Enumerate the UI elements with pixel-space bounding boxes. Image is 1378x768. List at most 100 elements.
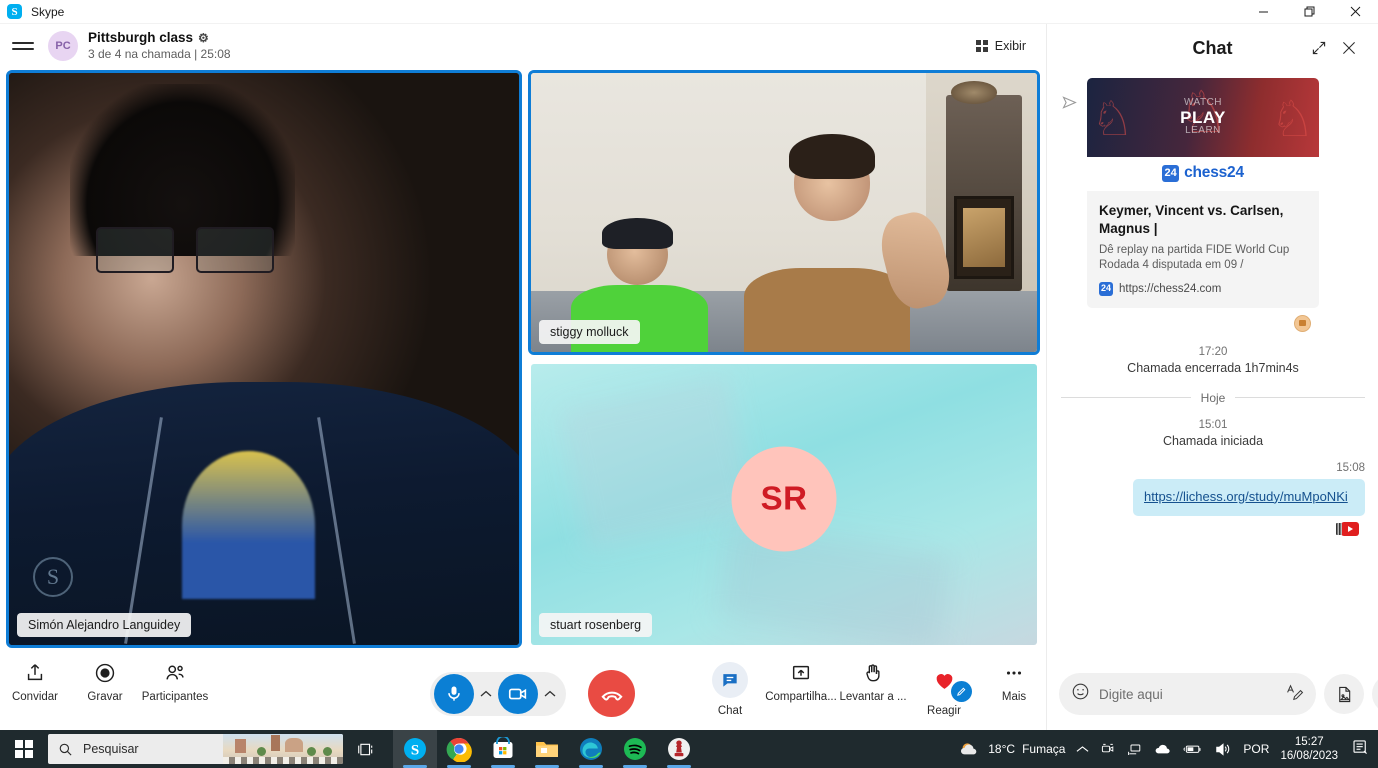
- show-hidden-icons-chevron[interactable]: [1076, 745, 1089, 754]
- chat-button[interactable]: Chat: [695, 662, 765, 717]
- react-button[interactable]: Reagir: [909, 662, 979, 717]
- system-event-time: 15:01: [1198, 418, 1228, 431]
- add-file-button[interactable]: [1324, 674, 1364, 714]
- link-card-url-row[interactable]: 24 https://chess24.com: [1099, 281, 1307, 296]
- chat-message-bubble[interactable]: https://lichess.org/study/muMpoNKi: [1133, 478, 1365, 516]
- youtube-reaction-icon[interactable]: [1336, 521, 1359, 536]
- weather-widget[interactable]: 18°C Fumaça: [959, 740, 1065, 758]
- brand-name: chess24: [1184, 164, 1244, 181]
- camera-options-button[interactable]: [538, 690, 562, 698]
- onedrive-tray-icon[interactable]: [1154, 742, 1172, 756]
- taskbar-search-box[interactable]: Pesquisar: [48, 734, 343, 764]
- edit-reaction-badge[interactable]: [951, 681, 972, 702]
- battery-tray-icon[interactable]: [1183, 742, 1203, 756]
- camera-icon: [508, 688, 527, 699]
- chess-knight-icon: ♘: [1091, 93, 1135, 146]
- system-event-text: Chamada encerrada 1h7min4s: [1127, 360, 1299, 375]
- link-card-brand: 24 chess24: [1087, 157, 1319, 191]
- skype-logo-icon: S: [7, 4, 22, 19]
- toolbar-left-group: Convidar Gravar Participantes: [0, 662, 210, 703]
- task-view-button[interactable]: [343, 730, 389, 768]
- close-chat-button[interactable]: [1334, 33, 1364, 63]
- skype-watermark-icon: S: [33, 557, 73, 597]
- call-header-text: Pittsburgh class ⚙ 3 de 4 na chamada | 2…: [88, 30, 231, 63]
- send-arrow-icon: [1061, 78, 1079, 116]
- restore-button[interactable]: [1286, 0, 1332, 24]
- volume-tray-icon[interactable]: [1214, 741, 1232, 757]
- minimize-button[interactable]: [1240, 0, 1286, 24]
- start-button[interactable]: [0, 730, 48, 768]
- chess24-favicon-icon: 24: [1099, 281, 1113, 296]
- camera-tray-icon[interactable]: [1100, 741, 1116, 757]
- video-tile-2[interactable]: stiggy molluck: [528, 70, 1040, 355]
- link-card-title: Keymer, Vincent vs. Carlsen, Magnus |: [1099, 203, 1284, 236]
- day-divider-label: Hoje: [1200, 390, 1226, 405]
- react-icon-wrap: [926, 662, 972, 702]
- network-tray-icon[interactable]: [1127, 741, 1143, 757]
- chat-input-pill[interactable]: [1059, 673, 1316, 715]
- chevron-up-icon: [480, 690, 492, 696]
- format-text-icon[interactable]: [1285, 682, 1304, 706]
- reaction-badge-icon[interactable]: [1294, 314, 1311, 332]
- close-icon: [1343, 42, 1355, 54]
- grid-view-icon: [975, 40, 988, 52]
- emoji-smiley-icon[interactable]: [1071, 682, 1090, 706]
- link-card-row: ♘ ♘ ♘ WATCH PLAY LEARN 24 chess24 Keymer…: [1061, 78, 1365, 332]
- windows-start-icon: [15, 740, 33, 758]
- search-icon: [59, 743, 72, 756]
- chat-input-field[interactable]: [1099, 686, 1276, 702]
- chat-panel: Chat ♘ ♘ ♘ WATCH PLAY LEARN 24 chess24 K…: [1046, 24, 1378, 730]
- video-tile-main[interactable]: S Simón Alejandro Languidey: [6, 70, 522, 648]
- microsoft-store-taskbar-icon[interactable]: [481, 730, 525, 768]
- taskbar-clock[interactable]: 15:27 16/08/2023: [1280, 735, 1338, 764]
- hamburger-menu-icon[interactable]: [12, 42, 34, 50]
- end-call-button[interactable]: [588, 670, 635, 717]
- chess-app-taskbar-icon[interactable]: [657, 730, 701, 768]
- microphone-options-button[interactable]: [474, 690, 498, 698]
- record-button[interactable]: Gravar: [70, 662, 140, 703]
- spotify-taskbar-icon[interactable]: [613, 730, 657, 768]
- day-divider: Hoje: [1061, 391, 1365, 405]
- notifications-icon[interactable]: [1349, 738, 1370, 761]
- message-timestamp: 15:08: [1336, 461, 1365, 474]
- chat-more-options-button[interactable]: [1372, 674, 1378, 714]
- invite-button[interactable]: Convidar: [0, 662, 70, 703]
- view-button[interactable]: Exibir: [968, 34, 1034, 58]
- avatar: SR: [731, 446, 837, 552]
- skype-taskbar-icon[interactable]: S: [393, 730, 437, 768]
- video-tile-3[interactable]: SR stuart rosenberg: [528, 361, 1040, 648]
- search-highlight-image: [223, 734, 343, 764]
- chat-message-link[interactable]: https://lichess.org/study/muMpoNKi: [1144, 489, 1348, 504]
- link-card-hero-image: ♘ ♘ ♘ WATCH PLAY LEARN: [1087, 78, 1319, 157]
- share-screen-button[interactable]: Compartilha...: [765, 662, 837, 717]
- file-explorer-taskbar-icon[interactable]: [525, 730, 569, 768]
- chat-button-label: Chat: [717, 705, 743, 717]
- record-icon: [95, 663, 115, 683]
- close-button[interactable]: [1332, 0, 1378, 24]
- chat-message-list[interactable]: ♘ ♘ ♘ WATCH PLAY LEARN 24 chess24 Keymer…: [1047, 72, 1378, 678]
- camera-button[interactable]: [498, 673, 538, 714]
- link-card-meta: Keymer, Vincent vs. Carlsen, Magnus | Dê…: [1087, 191, 1319, 308]
- participants-button[interactable]: Participantes: [140, 662, 210, 703]
- link-preview-card[interactable]: ♘ ♘ ♘ WATCH PLAY LEARN 24 chess24 Keymer…: [1087, 78, 1319, 332]
- microphone-button[interactable]: [434, 673, 474, 714]
- weather-condition: Fumaça: [1022, 742, 1066, 756]
- edge-taskbar-icon[interactable]: [569, 730, 613, 768]
- clock-time: 15:27: [1294, 735, 1324, 748]
- more-options-button[interactable]: Mais: [979, 662, 1049, 717]
- chat-input-row: [1047, 666, 1378, 722]
- raise-hand-label: Levantar a ...: [839, 691, 907, 703]
- search-placeholder: Pesquisar: [83, 742, 139, 756]
- raise-hand-button[interactable]: Levantar a ...: [837, 662, 909, 717]
- language-indicator[interactable]: POR: [1243, 742, 1269, 756]
- gear-icon[interactable]: ⚙: [198, 31, 209, 46]
- chat-button-active-bg: [712, 662, 748, 698]
- hero-watch-text: WATCH: [1183, 97, 1223, 109]
- chrome-taskbar-icon[interactable]: [437, 730, 481, 768]
- participants-icon: [166, 665, 184, 680]
- more-dots-icon: [1006, 671, 1022, 675]
- clock-date: 16/08/2023: [1280, 750, 1338, 762]
- expand-chat-button[interactable]: [1304, 33, 1334, 63]
- participant-name-label: stuart rosenberg: [539, 613, 653, 637]
- system-event-time: 17:20: [1198, 345, 1228, 358]
